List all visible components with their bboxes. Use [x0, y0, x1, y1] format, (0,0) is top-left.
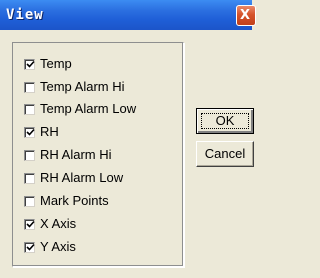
checkbox-box[interactable]	[24, 59, 35, 70]
checkmark-icon	[26, 60, 35, 68]
checkbox-box[interactable]	[24, 242, 35, 253]
close-button[interactable]: X	[236, 5, 256, 26]
ok-button-label: OK	[215, 113, 235, 128]
checkbox-box[interactable]	[24, 196, 35, 207]
view-dialog: View X Temp Temp Alarm Hi Temp Alarm Low…	[0, 0, 256, 278]
checkbox-box[interactable]	[24, 82, 35, 93]
ok-button[interactable]: OK	[196, 108, 254, 134]
checkbox-label: Temp	[40, 56, 72, 71]
checkbox-box[interactable]	[24, 173, 35, 184]
checkbox-label: RH Alarm Hi	[40, 147, 112, 162]
checkbox-label: Temp Alarm Hi	[40, 79, 125, 94]
cancel-button[interactable]: Cancel	[196, 141, 254, 167]
cancel-button-label: Cancel	[204, 146, 246, 161]
title-bar[interactable]: View X	[0, 0, 256, 30]
checkmark-icon	[26, 220, 35, 228]
checkmark-icon	[26, 243, 35, 251]
checkbox-label: RH	[40, 124, 59, 139]
checkbox-label: Temp Alarm Low	[40, 101, 137, 116]
checkbox-label: X Axis	[40, 216, 77, 231]
checkbox-label: RH Alarm Low	[40, 170, 124, 185]
close-icon: X	[240, 8, 251, 23]
checkbox-label: Y Axis	[40, 239, 76, 254]
checkbox-label: Mark Points	[40, 193, 109, 208]
checkbox-box[interactable]	[24, 127, 35, 138]
window-title: View	[6, 7, 44, 23]
checkmark-icon	[26, 128, 35, 136]
checkbox-box[interactable]	[24, 150, 35, 161]
checkbox-box[interactable]	[24, 219, 35, 230]
checkbox-box[interactable]	[24, 104, 35, 115]
